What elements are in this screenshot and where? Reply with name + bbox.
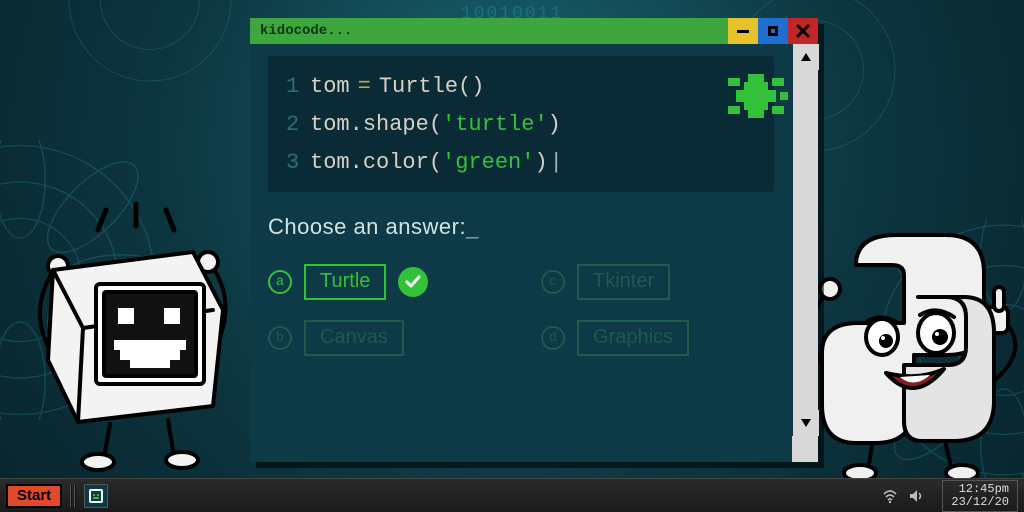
code-line-1: 1 tom = Turtle ( ) [286, 68, 756, 106]
start-button[interactable]: Start [6, 484, 62, 508]
check-icon [398, 267, 428, 297]
taskbar: Start 12:45pm 23/12/20 [0, 478, 1024, 512]
clock-date: 23/12/20 [951, 496, 1009, 509]
vertical-scrollbar[interactable] [792, 44, 818, 436]
volume-icon [908, 488, 924, 504]
close-button[interactable] [788, 18, 818, 44]
maximize-button[interactable] [758, 18, 788, 44]
code-line-3: 3 tom . color ( 'green' ) | [286, 144, 756, 182]
scrollbar-corner [792, 436, 818, 462]
taskbar-clock[interactable]: 12:45pm 23/12/20 [942, 480, 1018, 512]
scroll-down-button[interactable] [793, 410, 819, 436]
quiz-option-d[interactable]: d Graphics [541, 320, 774, 356]
quiz-option-d-label: Graphics [577, 320, 689, 356]
scroll-up-button[interactable] [793, 44, 819, 70]
quiz-panel: Choose an answer:_ a Turtle c Tkinter b … [268, 214, 774, 356]
quiz-option-c[interactable]: c Tkinter [541, 264, 774, 300]
quiz-option-a-label: Turtle [304, 264, 386, 300]
quiz-option-a[interactable]: a Turtle [268, 264, 501, 300]
python-mascot [786, 205, 1024, 485]
turtle-icon [720, 66, 792, 126]
system-tray: 12:45pm 23/12/20 [882, 480, 1018, 512]
taskbar-app-icon[interactable] [84, 484, 108, 508]
window-title: kidocode... [260, 23, 352, 39]
taskbar-separator [70, 485, 76, 507]
minimize-button[interactable] [728, 18, 758, 44]
code-line-2: 2 tom . shape ( 'turtle' ) [286, 106, 756, 144]
quiz-prompt: Choose an answer:_ [268, 214, 774, 240]
wifi-icon [882, 488, 898, 504]
window-titlebar[interactable]: kidocode... [250, 18, 818, 44]
quiz-option-b-label: Canvas [304, 320, 404, 356]
quiz-option-b[interactable]: b Canvas [268, 320, 501, 356]
code-editor: 1 tom = Turtle ( ) 2 tom . shape ( 'turt… [268, 56, 774, 192]
quiz-option-c-label: Tkinter [577, 264, 670, 300]
code-window: kidocode... 1 tom = Turtle ( ) 2 [250, 18, 818, 462]
clock-time: 12:45pm [951, 483, 1009, 496]
chip-mascot [18, 200, 248, 480]
